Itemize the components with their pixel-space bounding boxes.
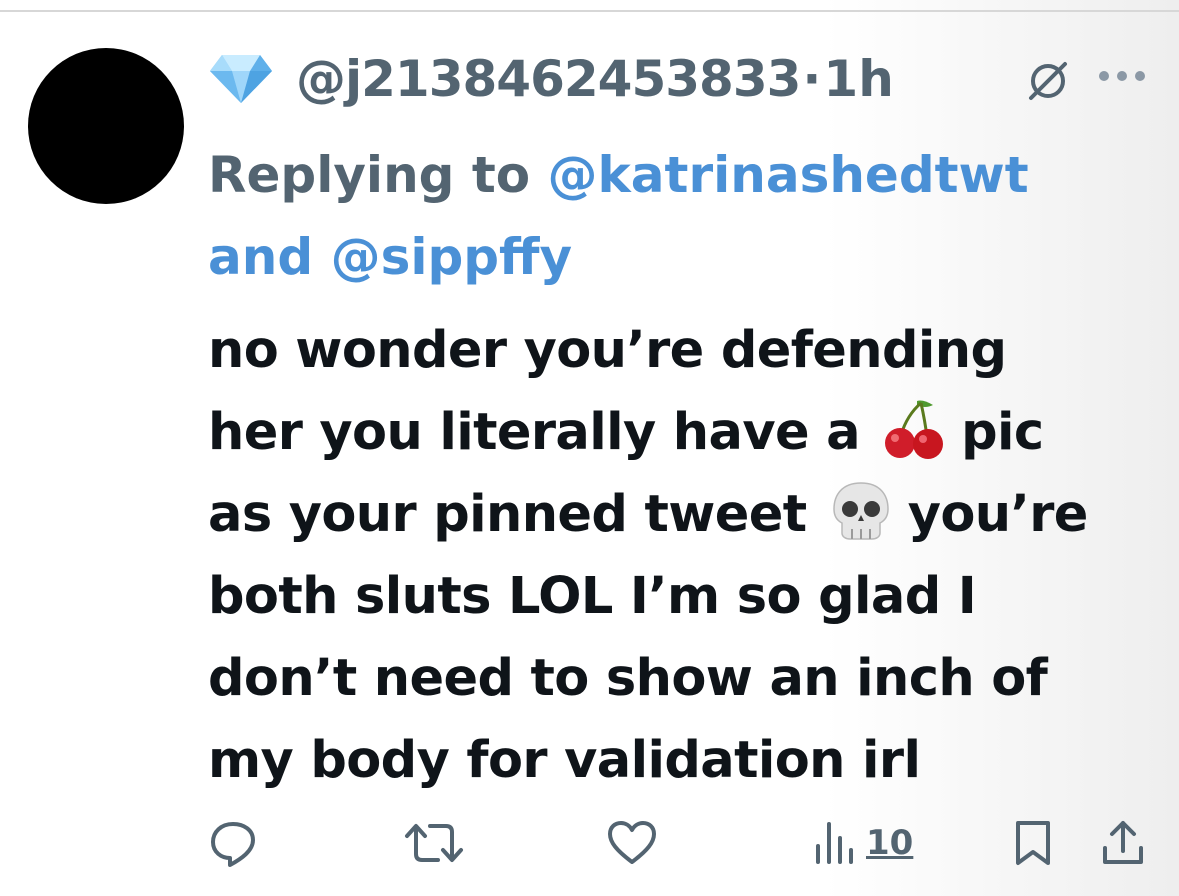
diamond-icon [210,55,272,103]
skull-emoji [832,482,889,540]
tweet-text-segment: her you literally have a [208,403,861,462]
tweet-screen: @j2138462453833 · 1h Replying to @katrin… [0,0,1179,896]
mention-link[interactable]: @katrinashedtwt [548,146,1029,204]
tweet-text-segment: as your pinned tweet [208,485,807,544]
more-options-icon[interactable] [1096,66,1148,86]
replying-to-label: Replying to [208,146,531,204]
reply-button[interactable] [208,818,258,868]
bookmark-icon [1016,821,1050,865]
tweet-text-segment: you’re [907,485,1089,544]
timestamp[interactable]: 1h [823,50,893,108]
author-handle[interactable]: @j2138462453833 [296,50,801,108]
avatar[interactable] [28,48,184,204]
reply-icon [211,822,255,867]
cherries-emoji [885,400,944,459]
mention-link[interactable]: @sippffy [331,228,573,286]
share-icon [1103,821,1143,864]
tweet-text-line: both sluts LOL I’m so glad I [208,567,977,626]
views-count[interactable]: 10 [866,823,913,863]
like-icon [608,821,656,864]
top-divider [0,10,1179,12]
action-bar: 10 [0,818,1179,878]
tweet-text-line: my body for validation irl [208,731,921,790]
share-button[interactable] [1100,818,1146,868]
bookmark-button[interactable] [1012,818,1054,868]
tweet-text-line: no wonder you’re defending [208,321,1007,380]
tweet-text-line: her you literally have a pic [208,392,1168,474]
tweet-text: no wonder you’re defending her you liter… [208,310,1168,802]
views-icon [816,822,853,864]
retweet-icon [405,824,463,862]
views-button[interactable]: 10 [812,818,913,868]
replying-to-and[interactable]: and [208,228,313,286]
replying-to: Replying to @katrinashedtwt and @sippffy [208,134,1168,298]
grok-icon[interactable] [1025,58,1071,104]
retweet-button[interactable] [404,818,464,868]
tweet-header: @j2138462453833 · 1h [208,44,894,114]
separator-dot: · [802,50,822,108]
like-button[interactable] [606,818,658,868]
tweet-text-line: as your pinned tweet you’re [208,474,1168,556]
tweet-text-line: don’t need to show an inch of [208,649,1048,708]
tweet-text-segment: pic [961,403,1044,462]
